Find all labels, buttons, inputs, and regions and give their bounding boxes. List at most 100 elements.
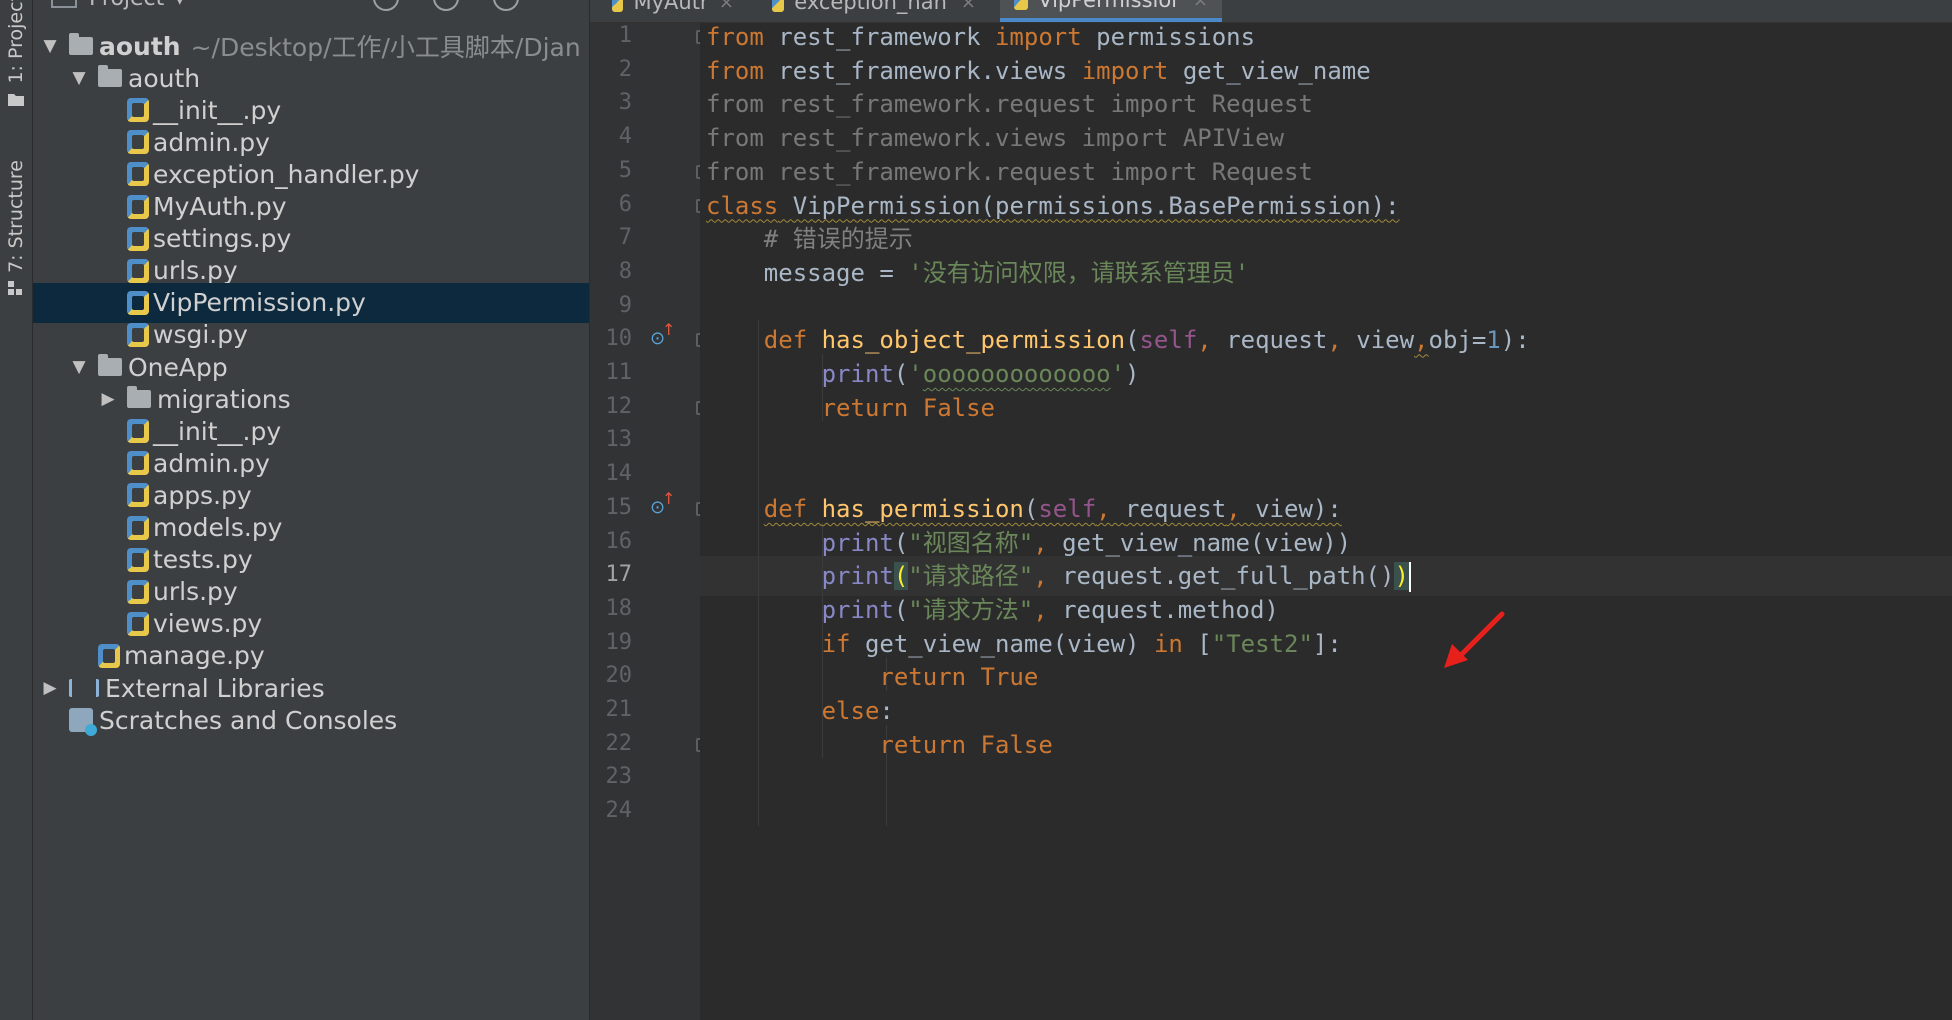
tree-spacer: ▶ [97, 197, 119, 217]
tree-item-label: admin.py [153, 127, 270, 157]
code-token: ( [893, 528, 909, 557]
tree-item-label: OneApp [128, 352, 228, 382]
expand-arrow-icon[interactable]: ▼ [39, 36, 61, 56]
code-token: get_view_name(view)) [1062, 528, 1352, 557]
library-icon [69, 679, 99, 697]
code-token: request [1226, 326, 1328, 355]
editor-tab-label: exception_handler.py [794, 0, 947, 14]
line-number: 21 [605, 697, 633, 722]
expand-arrow-icon[interactable]: ▼ [68, 357, 90, 377]
code-token: ' [1110, 360, 1126, 388]
scratch-icon [69, 708, 97, 737]
close-icon[interactable]: × [719, 0, 734, 13]
tree-spacer: ▶ [97, 582, 119, 602]
code-line[interactable]: return False [706, 388, 995, 428]
code-token: '没有访问权限，请联系管理员' [908, 258, 1250, 287]
code-line[interactable]: return False [706, 725, 1053, 765]
line-number: 1 [618, 23, 632, 48]
collapse-arrow-icon[interactable]: ▶ [97, 389, 119, 409]
close-icon[interactable]: × [1193, 0, 1208, 11]
tree-item[interactable]: ▶ Scratches and Consoles [33, 700, 589, 740]
close-icon[interactable]: × [961, 0, 976, 13]
editor-gutter: 12345678910⊙1112131415⊙16171819202122232… [590, 23, 708, 1020]
tree-spacer: ▶ [97, 229, 119, 249]
tree-item-label: migrations [157, 384, 291, 414]
gear-icon[interactable] [493, 0, 519, 11]
collapse-arrow-icon[interactable]: ▶ [39, 678, 61, 698]
code-token: in [1153, 629, 1198, 658]
code-token: ( [1125, 326, 1140, 355]
code-token: return False [879, 730, 1053, 759]
project-panel-title[interactable]: Project [89, 0, 164, 11]
code-token: "Test2" [1211, 629, 1313, 658]
tree-item-label: tests.py [153, 545, 253, 575]
project-panel-header: Project ▾ [33, 0, 589, 12]
code-token: # 错误的提示 [763, 225, 913, 254]
code-token: rest_framework.views [763, 56, 1082, 85]
code-token: ) [1394, 562, 1409, 591]
code-token: request.get_full_path() [1062, 562, 1395, 591]
editor-tab-label: MyAuth.py [633, 0, 704, 14]
code-token: permissions [1081, 23, 1256, 51]
line-number: 5 [618, 157, 632, 183]
tree-item-label: manage.py [124, 641, 265, 671]
code-token: : [879, 697, 894, 725]
line-number: 24 [605, 798, 633, 824]
line-number: 22 [605, 730, 633, 756]
code-token: get_view_name(view) [864, 629, 1154, 658]
code-token: print [821, 528, 894, 557]
text-caret [1408, 562, 1411, 593]
tree-spacer: ▶ [97, 164, 119, 184]
code-token: message = [706, 258, 909, 287]
tree-item-label: Scratches and Consoles [99, 705, 398, 735]
tree-item-label: __init__.py [153, 95, 282, 125]
line-number: 4 [618, 124, 632, 150]
tree-item-label: apps.py [153, 480, 252, 510]
overrides-method-icon[interactable]: ⊙ [650, 489, 675, 518]
code-token: from [706, 56, 764, 85]
code-token: from rest_framework.views import APIView [706, 124, 1284, 153]
tree-item-label: VipPermission.py [153, 288, 366, 318]
folder-icon [69, 33, 93, 55]
code-token: ]: [1312, 629, 1342, 658]
collapse-icon[interactable] [433, 0, 459, 11]
code-area[interactable]: from rest_framework import permissions fr… [700, 23, 1952, 1020]
code-token: has_object_permission [821, 326, 1126, 355]
overrides-method-icon[interactable]: ⊙ [650, 320, 675, 349]
locate-icon[interactable] [373, 0, 399, 11]
python-file-icon [127, 290, 149, 315]
line-number: 10 [605, 326, 633, 352]
line-number: 7 [618, 225, 632, 251]
expand-arrow-icon[interactable]: ▼ [68, 68, 90, 88]
code-token: [ [1197, 629, 1212, 658]
tree-item-label: urls.py [153, 577, 238, 607]
structure-tool-tab[interactable]: 7: Structure [0, 160, 32, 295]
python-file-icon [127, 226, 149, 251]
code-token: request [1125, 494, 1227, 523]
tree-spacer: ▶ [97, 550, 119, 570]
code-token: 1 [1486, 326, 1501, 355]
code-token: print [821, 360, 894, 388]
project-tool-tab[interactable]: 1: Project [0, 0, 32, 106]
code-token: from rest_framework.request import Reque… [706, 90, 1313, 119]
tree-item-label: settings.py [153, 224, 292, 254]
code-token: return True [879, 663, 1039, 692]
tree-spacer: ▶ [97, 421, 119, 441]
code-line[interactable]: message = '没有访问权限，请联系管理员' [706, 253, 1249, 293]
python-file-icon [127, 483, 149, 508]
line-number: 18 [605, 595, 633, 621]
python-file-icon [127, 419, 149, 444]
code-token: print [821, 562, 894, 591]
code-token: has_permission [821, 494, 1024, 523]
code-token: def [763, 494, 822, 523]
tree-item-label: aouth [128, 63, 201, 93]
line-number: 11 [605, 360, 633, 385]
chevron-down-icon[interactable]: ▾ [174, 0, 185, 11]
tree-spacer: ▶ [97, 132, 119, 152]
project-panel: Project ▾ ▼aouth~/Desktop/工作/小工具脚本/Djan▼… [33, 0, 589, 1020]
